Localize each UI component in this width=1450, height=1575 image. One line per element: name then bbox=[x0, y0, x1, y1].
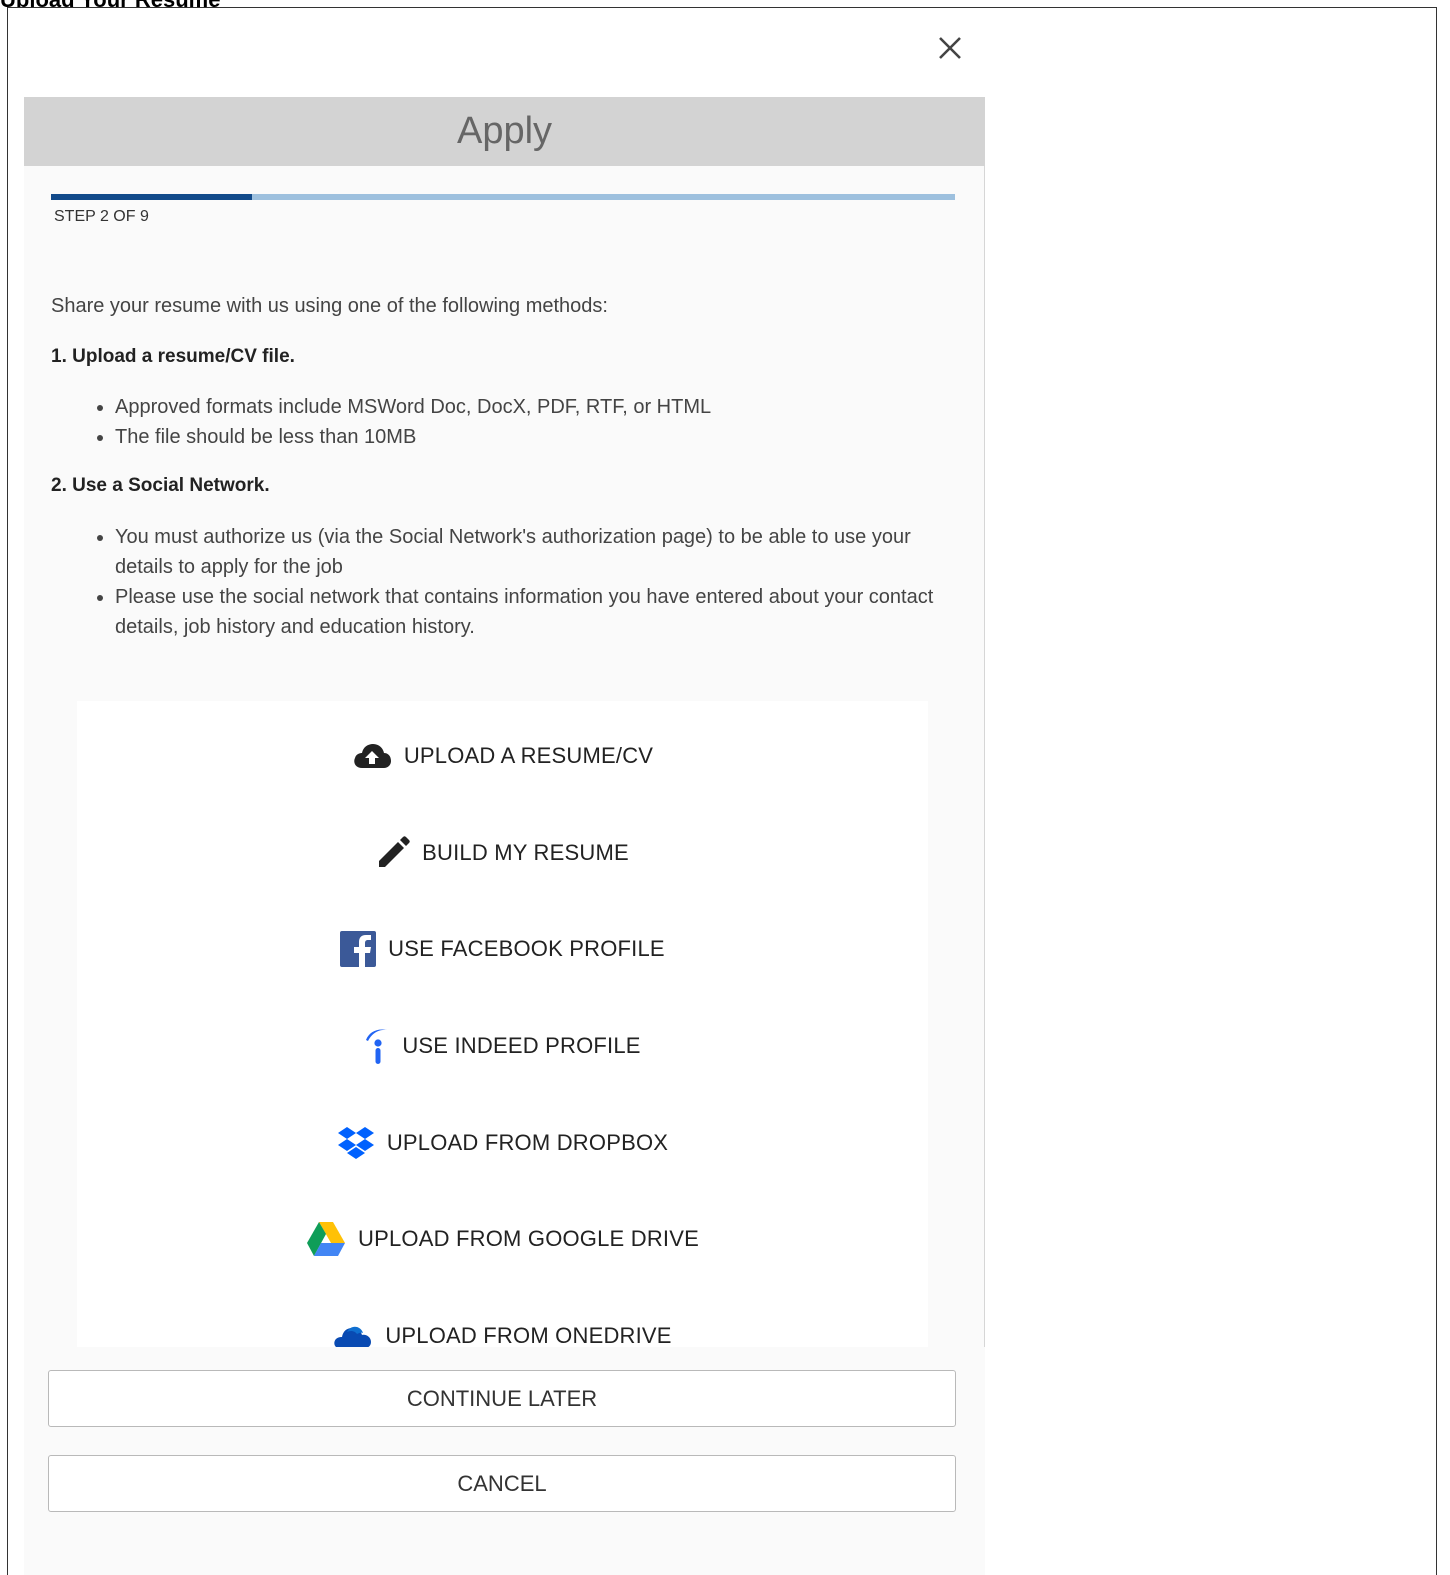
step-progress-bar bbox=[51, 194, 955, 200]
google-drive-icon bbox=[306, 1221, 346, 1257]
section-heading-upload: 1. Upload a resume/CV file. bbox=[51, 346, 295, 367]
facebook-profile-button[interactable]: USE FACEBOOK PROFILE bbox=[77, 919, 928, 979]
cloud-upload-icon bbox=[352, 742, 392, 770]
upload-bullets: Approved formats include MSWord Doc, Doc… bbox=[51, 392, 965, 452]
step-progress-fill bbox=[51, 194, 252, 200]
onedrive-icon bbox=[333, 1323, 373, 1347]
upload-resume-button[interactable]: UPLOAD A RESUME/CV bbox=[77, 726, 928, 786]
dropbox-icon bbox=[337, 1126, 375, 1160]
modal-title: Apply bbox=[456, 110, 553, 152]
onedrive-upload-button[interactable]: UPLOAD FROM ONEDRIVE bbox=[77, 1306, 928, 1347]
resume-options-panel: UPLOAD A RESUME/CV BUILD MY RESUME USE F… bbox=[77, 701, 928, 1347]
build-resume-button[interactable]: BUILD MY RESUME bbox=[77, 823, 928, 883]
cancel-button[interactable]: CANCEL bbox=[48, 1455, 956, 1512]
list-item: Approved formats include MSWord Doc, Doc… bbox=[115, 392, 965, 422]
facebook-profile-label: USE FACEBOOK PROFILE bbox=[388, 936, 665, 961]
dropbox-upload-label: UPLOAD FROM DROPBOX bbox=[386, 1130, 669, 1155]
facebook-icon bbox=[340, 931, 377, 967]
continue-later-button[interactable]: CONTINUE LATER bbox=[48, 1370, 956, 1427]
indeed-profile-button[interactable]: USE INDEED PROFILE bbox=[77, 1016, 928, 1076]
build-resume-label: BUILD MY RESUME bbox=[422, 840, 629, 865]
list-item: The file should be less than 10MB bbox=[115, 422, 965, 452]
close-icon bbox=[939, 37, 961, 59]
modal-title-bar: Apply bbox=[24, 97, 985, 166]
list-item: You must authorize us (via the Social Ne… bbox=[115, 522, 965, 582]
intro-text: Share your resume with us using one of t… bbox=[51, 295, 608, 317]
upload-resume-label: UPLOAD A RESUME/CV bbox=[403, 743, 654, 768]
social-bullets: You must authorize us (via the Social Ne… bbox=[51, 522, 965, 642]
dropbox-upload-button[interactable]: UPLOAD FROM DROPBOX bbox=[77, 1113, 928, 1173]
list-item: Please use the social network that conta… bbox=[115, 582, 965, 642]
google-drive-upload-button[interactable]: UPLOAD FROM GOOGLE DRIVE bbox=[77, 1209, 928, 1269]
section-heading-social: 2. Use a Social Network. bbox=[51, 475, 270, 496]
onedrive-upload-label: UPLOAD FROM ONEDRIVE bbox=[385, 1323, 672, 1347]
google-drive-upload-label: UPLOAD FROM GOOGLE DRIVE bbox=[358, 1226, 699, 1251]
indeed-icon bbox=[364, 1027, 390, 1065]
indeed-profile-label: USE INDEED PROFILE bbox=[402, 1033, 641, 1058]
apply-modal: Apply STEP 2 OF 9 Share your resume with… bbox=[24, 8, 985, 1575]
pencil-icon bbox=[376, 836, 410, 870]
modal-top-bar bbox=[24, 8, 985, 97]
step-label: STEP 2 OF 9 bbox=[54, 208, 149, 225]
close-button[interactable] bbox=[930, 28, 970, 68]
